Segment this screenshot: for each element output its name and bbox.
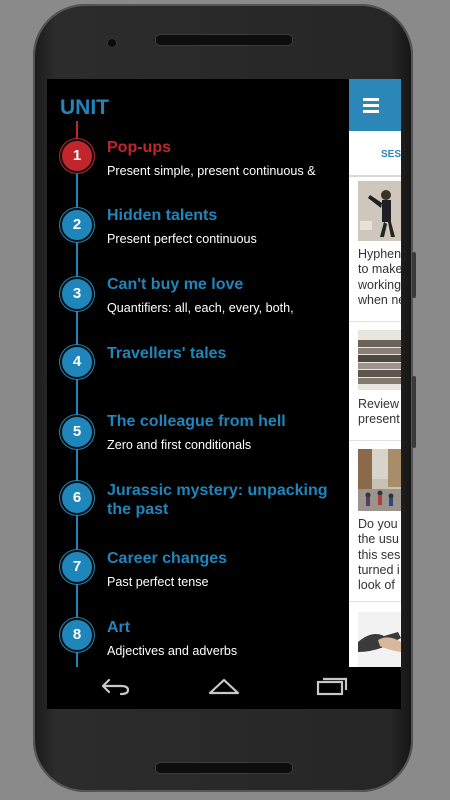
tab-sessions[interactable]: SES	[381, 149, 401, 160]
card-thumbnail	[358, 449, 401, 511]
unit-number-badge: 8	[60, 618, 94, 652]
unit-item-5[interactable]: 5 The colleague from hell Zero and first…	[47, 411, 349, 475]
unit-subtitle: Past perfect tense	[107, 575, 209, 589]
card-line: when ne	[358, 292, 401, 307]
unit-item-7[interactable]: 7 Career changes Past perfect tense	[47, 549, 349, 613]
unit-title: Pop-ups	[107, 139, 171, 156]
session-card[interactable]: Do you the usu this ses turned i look of	[349, 441, 401, 602]
card-text: Hyphen to make working when ne	[358, 247, 401, 308]
unit-item-6[interactable]: 6 Jurassic mystery: unpacking the past	[47, 479, 349, 545]
unit-number-badge: 6	[60, 481, 94, 515]
navigation-drawer: UNIT 1 Pop-ups Present simple, present c…	[47, 79, 349, 667]
back-icon[interactable]	[99, 675, 131, 697]
card-text: Do you the usu this ses turned i look of	[358, 517, 401, 593]
card-line: to make	[358, 262, 401, 277]
drawer-title: UNIT	[60, 96, 109, 119]
unit-subtitle: Zero and first conditionals	[107, 438, 252, 452]
unit-item-8[interactable]: 8 Art Adjectives and adverbs	[47, 618, 349, 667]
card-line: the usu	[358, 532, 400, 547]
front-camera	[107, 38, 117, 48]
screen: SES Hyphen to make working when ne Revie…	[47, 79, 401, 709]
unit-title: Career changes	[107, 550, 228, 567]
card-line: Hyphen	[358, 247, 401, 261]
hamburger-menu-icon[interactable]	[363, 98, 379, 113]
unit-number-badge: 2	[60, 208, 94, 242]
unit-item-2[interactable]: 2 Hidden talents Present perfect continu…	[47, 204, 349, 268]
background-app: SES Hyphen to make working when ne Revie…	[349, 79, 401, 667]
bottom-speaker	[155, 762, 293, 774]
unit-subtitle: Quantifiers: all, each, every, both,	[107, 301, 294, 315]
unit-number-badge: 1	[60, 139, 94, 173]
card-line: Review	[358, 397, 399, 411]
card-line: Do you	[358, 517, 398, 531]
unit-title: Jurassic mystery: unpacking the past	[107, 482, 328, 518]
unit-number-badge: 5	[60, 415, 94, 449]
unit-number-badge: 3	[60, 277, 94, 311]
card-line: working	[358, 277, 401, 292]
card-line: present	[358, 412, 400, 427]
power-button	[412, 376, 416, 448]
home-icon[interactable]	[207, 675, 241, 697]
top-speaker	[155, 34, 293, 46]
unit-title: Art	[107, 619, 131, 636]
unit-title: Hidden talents	[107, 207, 218, 224]
card-line: look of	[358, 578, 395, 593]
unit-item-3[interactable]: 3 Can't buy me love Quantifiers: all, ea…	[47, 273, 349, 337]
unit-title: Travellers' tales	[107, 345, 227, 362]
app-toolbar	[349, 79, 401, 131]
card-line: turned i	[358, 562, 400, 577]
card-line: this ses	[358, 547, 401, 562]
card-thumbnail	[358, 330, 401, 390]
unit-subtitle: Present simple, present continuous &	[107, 164, 316, 178]
unit-subtitle: Adjectives and adverbs	[107, 644, 238, 658]
card-thumbnail	[358, 181, 401, 241]
recents-icon[interactable]	[315, 675, 349, 697]
unit-title: The colleague from hell	[107, 413, 286, 430]
unit-item-1[interactable]: 1 Pop-ups Present simple, present contin…	[47, 135, 349, 199]
system-navigation-bar	[47, 667, 401, 709]
session-card[interactable]: Review present	[349, 322, 401, 441]
unit-number-badge: 7	[60, 550, 94, 584]
session-card[interactable]: Hyphen to make working when ne	[349, 177, 401, 322]
session-card[interactable]	[349, 602, 401, 667]
tab-bar: SES	[349, 131, 401, 177]
unit-item-4[interactable]: 4 Travellers' tales	[47, 342, 349, 406]
unit-subtitle: Present perfect continuous	[107, 232, 257, 246]
volume-button	[412, 252, 416, 298]
unit-title: Can't buy me love	[107, 276, 244, 293]
card-thumbnail	[358, 612, 401, 667]
card-text: Review present	[358, 397, 401, 428]
unit-number-badge: 4	[60, 345, 94, 379]
